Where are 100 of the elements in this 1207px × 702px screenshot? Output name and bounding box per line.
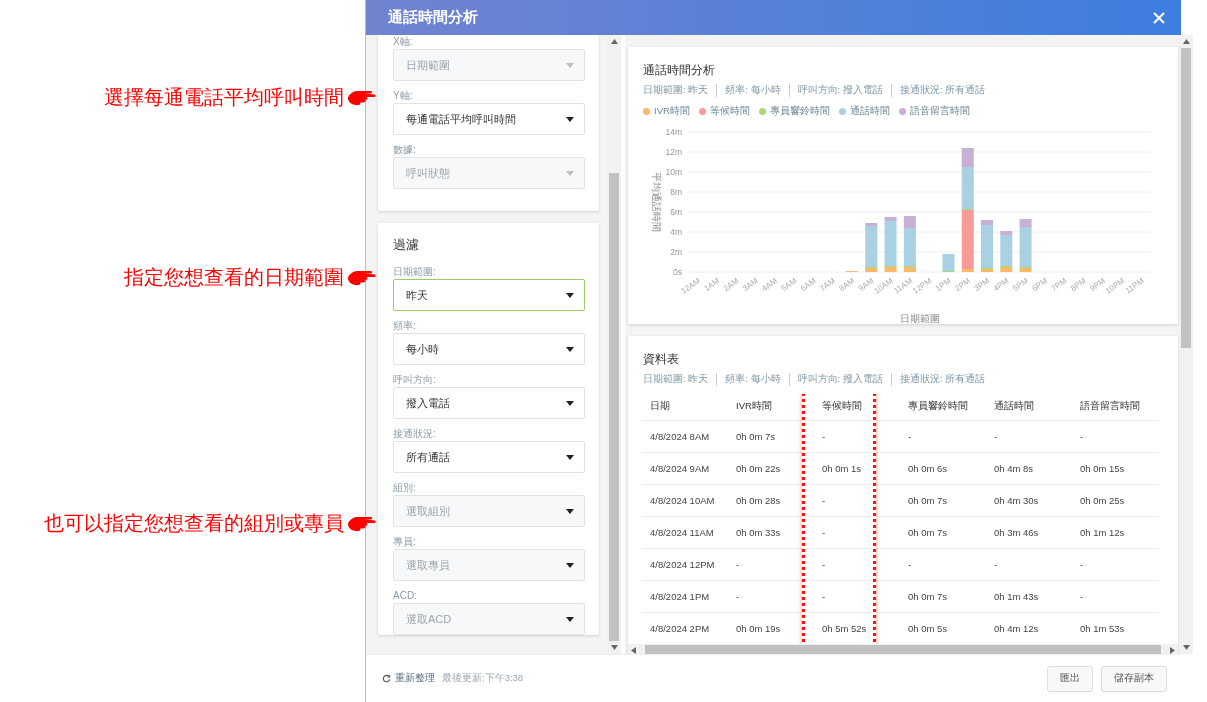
footer-button[interactable]: 儲存副本 xyxy=(1101,665,1167,692)
field-label: 呼叫方向: xyxy=(393,374,437,385)
axis-tick-label: 1PM xyxy=(933,276,953,294)
legend-label: 等候時間 xyxy=(709,105,750,118)
table-cell: - xyxy=(987,548,1073,580)
axis-tick-label: 7PM xyxy=(1049,276,1069,294)
axis-tick-label: 2m xyxy=(670,247,682,257)
axis-title: 日期範圍 xyxy=(899,313,940,324)
table-cell: - xyxy=(1073,548,1159,580)
filter-summary: 呼叫方向: 撥入電話 xyxy=(788,373,891,386)
card-title: 通話時間分析 xyxy=(643,62,715,79)
table-cell: 4/8/2024 8AM xyxy=(643,420,729,452)
table-cell: 4/8/2024 12PM xyxy=(643,548,729,580)
table-cell: - xyxy=(1073,420,1159,452)
table-cell: 4/8/2024 1PM xyxy=(643,580,729,612)
axis-tick-label: 12m xyxy=(665,147,682,157)
axis-tick-label: 7AM xyxy=(818,276,837,294)
axis-tick-label: 2AM xyxy=(721,276,741,294)
axis-tick-label: 4AM xyxy=(760,276,779,294)
column-header: IVR時間 xyxy=(729,394,815,420)
table-cell: - xyxy=(987,420,1073,452)
axis-tick-label: 3AM xyxy=(741,276,760,294)
legend-label: IVR時間 xyxy=(654,105,690,118)
axis-tick-label: 4PM xyxy=(991,276,1011,294)
scroll-up-icon[interactable] xyxy=(1182,39,1190,44)
card-title: 過濾 xyxy=(393,237,419,253)
axis-tick-label: 9PM xyxy=(1088,276,1107,294)
caret-icon xyxy=(566,454,574,460)
table-cell: 0h 0m 22s xyxy=(729,452,815,484)
table-cell: - xyxy=(1073,580,1159,612)
table-cell: 0h 0m 7s xyxy=(901,484,987,516)
field-label: 組別: xyxy=(393,482,417,493)
legend-label: 專員響鈴時間 xyxy=(769,105,830,118)
field-label: X軸: xyxy=(393,36,414,47)
table-cell: - xyxy=(729,548,815,580)
refresh-icon xyxy=(382,674,391,683)
column-header: 等候時間 xyxy=(815,394,901,420)
close-icon[interactable] xyxy=(1153,11,1165,24)
legend-label: 通話時間 xyxy=(849,105,890,118)
axis-tick-label: 8m xyxy=(670,187,682,197)
axis-tick-label: 8PM xyxy=(1069,276,1088,294)
axis-tick-label: 3PM xyxy=(972,276,992,294)
footer-button[interactable]: 匯出 xyxy=(1047,665,1093,692)
table-cell: 0h 4m 30s xyxy=(987,484,1073,516)
table-cell: - xyxy=(815,548,901,580)
caret-icon xyxy=(566,562,574,568)
annotation-text: 指定您想查看的日期範圍 xyxy=(124,265,344,290)
annotation-text: 選擇每通電話平均呼叫時間 xyxy=(104,85,344,110)
table-cell: - xyxy=(901,420,987,452)
table-cell: 0h 0m 33s xyxy=(729,516,815,548)
last-updated-text: 最後更新:下午3:38 xyxy=(442,672,524,685)
table-cell: 0h 1m 43s xyxy=(987,580,1073,612)
scroll-up-icon[interactable] xyxy=(610,39,618,44)
dialog-title: 通話時間分析 xyxy=(388,8,478,27)
field-label: Y軸: xyxy=(393,90,414,101)
refresh-link[interactable]: 重新整理 xyxy=(382,672,435,685)
table-cell: 0h 0m 7s xyxy=(901,516,987,548)
caret-icon xyxy=(566,616,574,622)
caret-icon xyxy=(566,170,574,176)
axis-tick-label: 6AM xyxy=(798,276,818,294)
dropdown-field[interactable]: 所有通話 xyxy=(393,441,585,473)
field-label: 日期範圍: xyxy=(393,266,437,277)
scroll-down-icon[interactable] xyxy=(610,645,618,650)
table-cell: 4/8/2024 9AM xyxy=(643,452,729,484)
field-label: ACD: xyxy=(393,590,418,601)
table-cell: 0h 0m 1s xyxy=(815,452,901,484)
dropdown-field[interactable]: 撥入電話 xyxy=(393,387,585,419)
axis-tick-label: 5PM xyxy=(1011,276,1030,294)
table-cell: 0h 0m 7s xyxy=(901,580,987,612)
column-header: 語音留言時間 xyxy=(1073,394,1159,420)
table-cell: 0h 1m 12s xyxy=(1073,516,1159,548)
filter-summary: 呼叫方向: 撥入電話 xyxy=(788,84,891,97)
table-cell: 4/8/2024 11AM xyxy=(643,516,729,548)
caret-icon xyxy=(566,116,574,122)
scrollbar[interactable] xyxy=(628,644,1178,654)
caret-icon xyxy=(566,62,574,68)
table-cell: - xyxy=(815,484,901,516)
axis-tick-label: 5AM xyxy=(779,276,799,294)
caret-icon xyxy=(566,346,574,352)
scroll-down-icon[interactable] xyxy=(1182,645,1190,650)
dropdown-field[interactable]: 每通電話平均呼叫時間 xyxy=(393,103,585,135)
table-cell: - xyxy=(901,548,987,580)
table-cell: - xyxy=(815,420,901,452)
axis-tick-label: 10m xyxy=(665,167,682,177)
caret-icon xyxy=(566,400,574,406)
field-label: 專員: xyxy=(393,536,417,547)
axis-tick-label: 0s xyxy=(673,267,682,277)
filter-summary: 日期範圍: 昨天 xyxy=(643,373,710,386)
axis-tick-label: 9AM xyxy=(856,276,876,294)
column-header: 日期 xyxy=(643,394,729,420)
axis-tick-label: 8AM xyxy=(837,276,857,294)
scroll-right-icon[interactable] xyxy=(1170,646,1175,654)
dropdown-field[interactable]: 每小時 xyxy=(393,333,585,365)
legend-label: 語音留言時間 xyxy=(909,105,970,118)
dropdown-field[interactable]: 昨天 xyxy=(393,279,585,311)
table-cell: - xyxy=(815,516,901,548)
card-title: 資料表 xyxy=(643,351,679,368)
table-cell: - xyxy=(729,580,815,612)
axis-tick-label: 6PM xyxy=(1030,276,1050,294)
scroll-left-icon[interactable] xyxy=(631,646,636,654)
